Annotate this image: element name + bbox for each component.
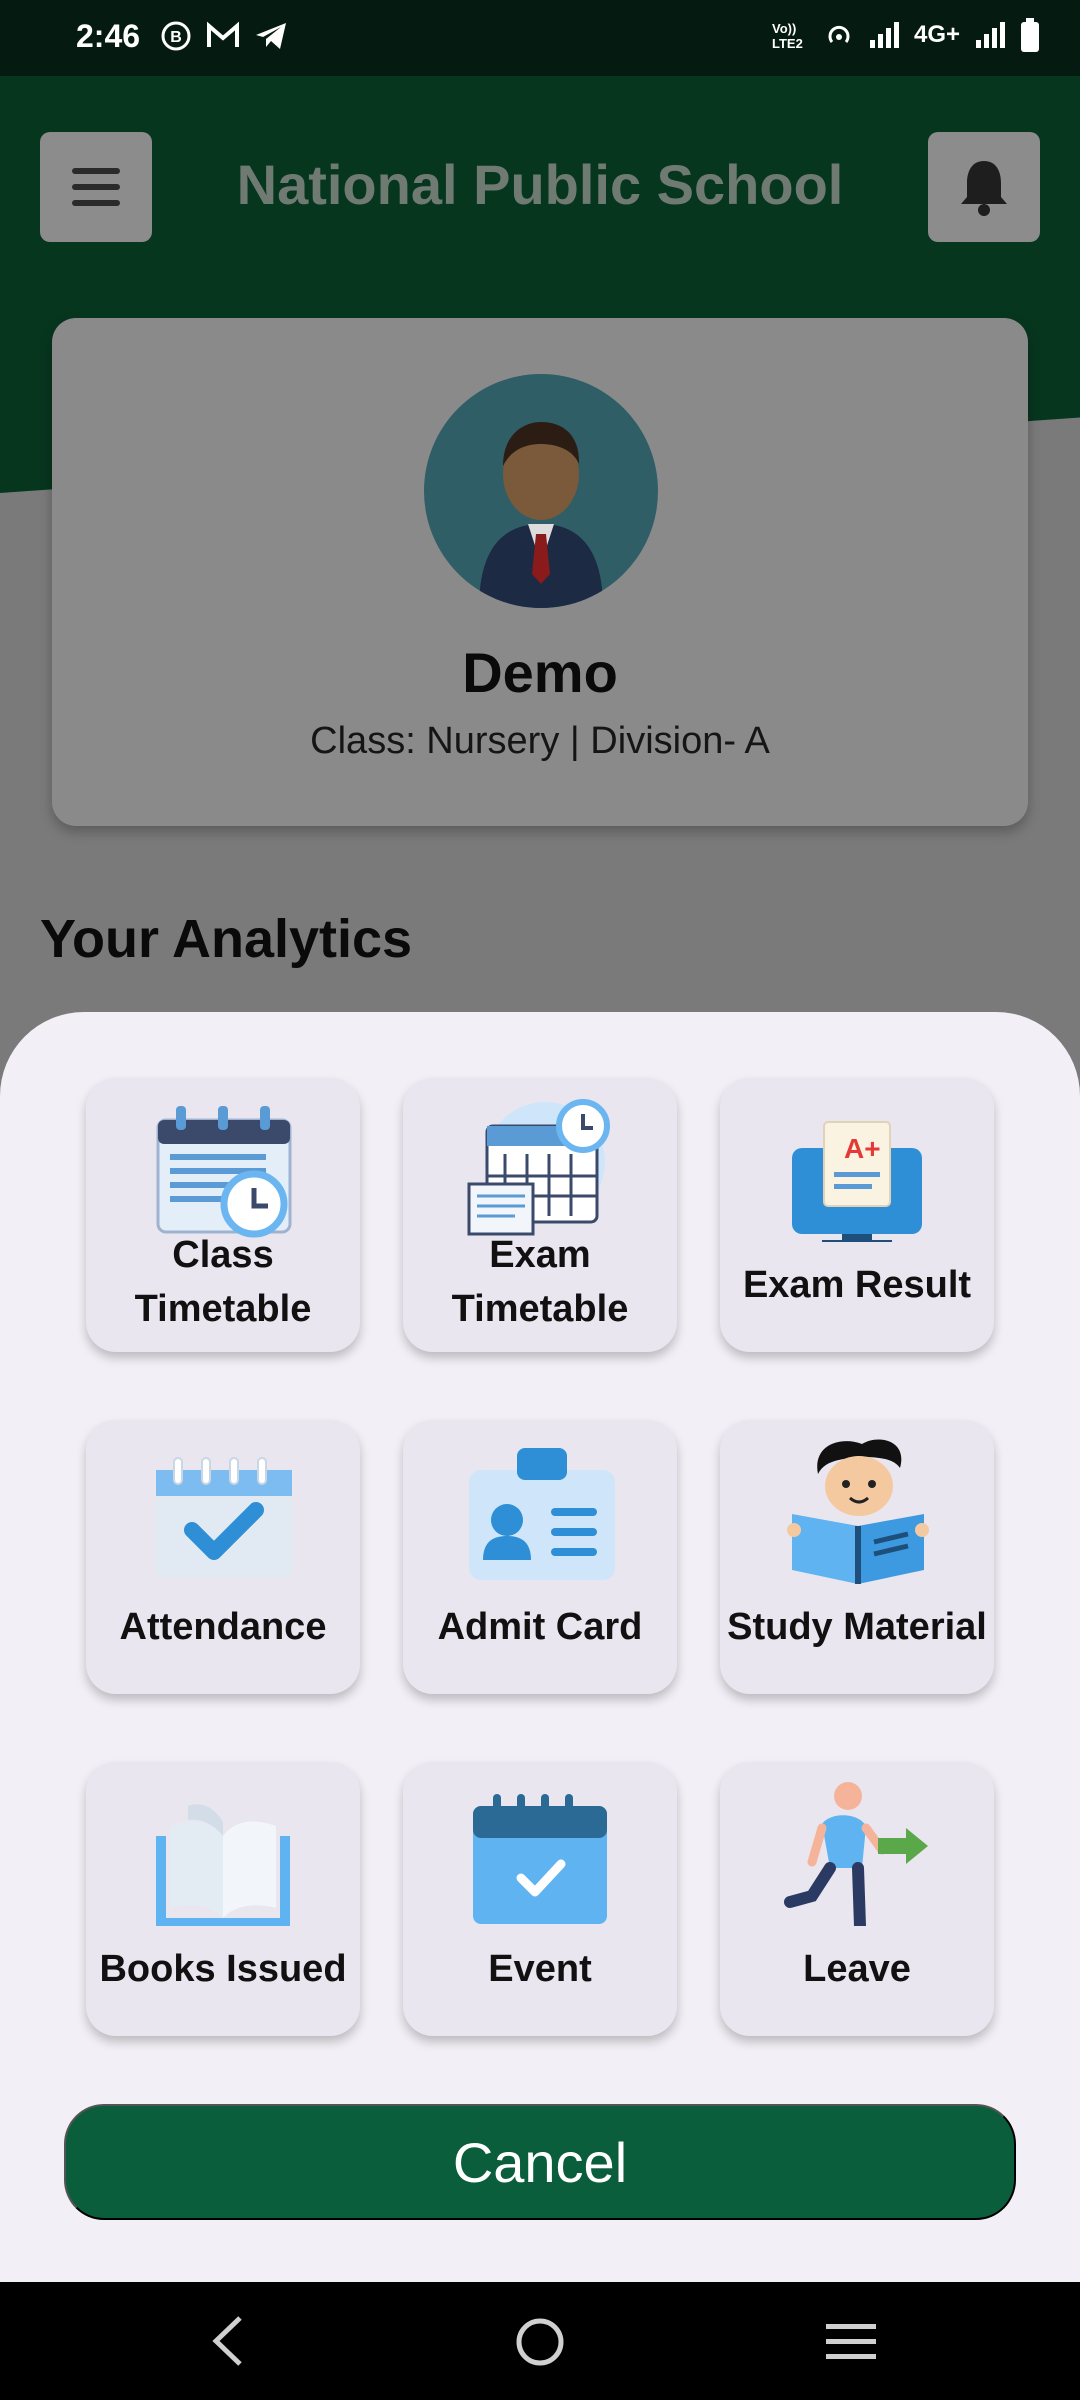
menu-item-label: Class Timetable xyxy=(134,1234,312,1330)
menu-item-exam-timetable[interactable]: Exam Timetable xyxy=(403,1078,677,1352)
menu-item-admit-card[interactable]: Admit Card xyxy=(403,1420,677,1694)
home-icon[interactable] xyxy=(514,2316,566,2368)
back-icon[interactable] xyxy=(208,2314,248,2368)
menu-item-label: Study Material xyxy=(727,1606,987,1648)
menu-item-label: Leave xyxy=(803,1948,911,1990)
gmail-icon xyxy=(207,21,239,47)
status-bar: 2:46 B Vo)) LTE2 4G+ xyxy=(0,0,1080,76)
student-avatar-icon xyxy=(479,422,603,608)
menu-item-study-material[interactable]: Study Material xyxy=(720,1420,994,1694)
calendar-clock-icon xyxy=(156,1106,292,1238)
open-book-icon xyxy=(156,1804,290,1926)
menu-item-label: Books Issued xyxy=(99,1948,347,1990)
bottom-sheet: Class Timetable Exam Timetable A+ Exam Res… xyxy=(0,1012,1080,2282)
student-class-info: Class: Nursery | Division- A xyxy=(310,720,770,762)
svg-text:B: B xyxy=(170,29,182,46)
cancel-button[interactable]: Cancel xyxy=(64,2104,1016,2220)
network-type: 4G+ xyxy=(913,21,960,48)
id-card-icon xyxy=(469,1448,615,1580)
exam-calendar-icon xyxy=(467,1099,610,1236)
menu-item-exam-result[interactable]: A+ Exam Result xyxy=(720,1078,994,1352)
menu-item-books-issued[interactable]: Books Issued xyxy=(86,1762,360,2036)
menu-item-attendance[interactable]: Attendance xyxy=(86,1420,360,1694)
menu-button[interactable] xyxy=(40,132,152,242)
signal-icon xyxy=(976,22,1005,48)
calendar-check-icon xyxy=(156,1457,292,1578)
hotspot-icon xyxy=(828,25,850,43)
navigation-bar xyxy=(0,2282,1080,2400)
avatar xyxy=(424,374,658,608)
menu-item-leave[interactable]: Leave xyxy=(720,1762,994,2036)
svg-text:A+: A+ xyxy=(844,1133,881,1164)
monitor-grade-icon: A+ xyxy=(792,1121,922,1242)
menu-item-label: Exam Timetable xyxy=(451,1234,629,1330)
menu-item-label: Exam Result xyxy=(742,1264,972,1306)
bell-icon xyxy=(961,161,1007,216)
svg-text:LTE2: LTE2 xyxy=(772,36,803,50)
menu-item-label: Event xyxy=(488,1948,592,1990)
recents-icon[interactable] xyxy=(826,2320,876,2364)
telegram-icon xyxy=(256,23,286,49)
person-leaving-icon xyxy=(784,1782,928,1926)
menu-item-label: Attendance xyxy=(119,1606,327,1648)
notification-button[interactable] xyxy=(928,132,1040,242)
event-calendar-icon xyxy=(473,1794,607,1924)
profile-card: Demo Class: Nursery | Division- A xyxy=(52,318,1028,826)
student-name: Demo xyxy=(462,641,618,704)
section-title: Your Analytics xyxy=(40,909,413,969)
signal-icon xyxy=(869,22,899,48)
b-icon: B xyxy=(161,21,191,51)
volte-icon: Vo))LTE2 xyxy=(772,21,803,50)
menu-item-label: Admit Card xyxy=(437,1606,643,1648)
student-reading-icon xyxy=(787,1439,929,1584)
battery-icon xyxy=(1021,18,1039,52)
menu-item-class-timetable[interactable]: Class Timetable xyxy=(86,1078,360,1352)
school-title: National Public School xyxy=(236,153,844,216)
menu-item-event[interactable]: Event xyxy=(403,1762,677,2036)
svg-text:Vo)): Vo)) xyxy=(772,21,796,36)
status-time: 2:46 xyxy=(76,18,141,54)
